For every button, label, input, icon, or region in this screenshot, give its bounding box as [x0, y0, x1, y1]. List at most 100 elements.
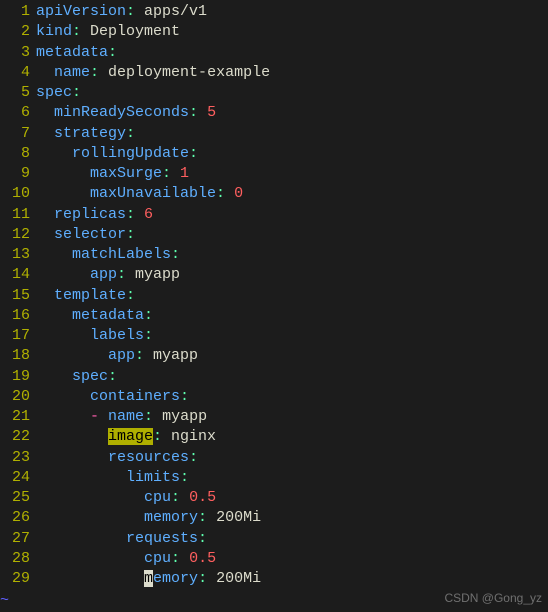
code-line[interactable]: 23 resources: [0, 448, 548, 468]
token-kw: name [108, 408, 144, 425]
token-col: : [180, 469, 189, 486]
line-number: 17 [0, 326, 30, 346]
token-kw: maxUnavailable [90, 185, 216, 202]
code-line[interactable]: 1apiVersion: apps/v1 [0, 2, 548, 22]
code-line[interactable]: 3metadata: [0, 43, 548, 63]
code-line[interactable]: 19 spec: [0, 367, 548, 387]
token-col: : [72, 23, 90, 40]
code-line[interactable]: 21 - name: myapp [0, 407, 548, 427]
token-kw: emory [153, 570, 198, 587]
token-kw: kind [36, 23, 72, 40]
token-col: : [126, 3, 144, 20]
token-col: : [189, 449, 198, 466]
line-number: 14 [0, 265, 30, 285]
line-number: 28 [0, 549, 30, 569]
code-line[interactable]: 5 spec: [0, 83, 548, 103]
code-line[interactable]: 16 metadata: [0, 306, 548, 326]
token-col: : [144, 307, 153, 324]
code-editor[interactable]: 1apiVersion: apps/v12 kind: Deployment 3 me… [0, 0, 548, 591]
line-number: 10 [0, 184, 30, 204]
token-kw: selector [54, 226, 126, 243]
code-line[interactable]: 18 app: myapp [0, 346, 548, 366]
code-line[interactable]: 24 limits: [0, 468, 548, 488]
line-number: 20 [0, 387, 30, 407]
token-col: : [144, 408, 162, 425]
token-kw: template [54, 287, 126, 304]
token-kw: rollingUpdate [72, 145, 189, 162]
token-col: : [108, 368, 117, 385]
token-kw: containers [90, 388, 180, 405]
code-line[interactable]: 2 kind: Deployment [0, 22, 548, 42]
code-line[interactable]: 28 cpu: 0.5 [0, 549, 548, 569]
line-number: 9 [0, 164, 30, 184]
token-col: : [126, 226, 135, 243]
code-line[interactable]: 10 maxUnavailable: 0 [0, 184, 548, 204]
token-str: 200Mi [216, 509, 261, 526]
token-col: : [72, 84, 81, 101]
token-col: : [180, 388, 189, 405]
line-number: 15 [0, 286, 30, 306]
token-kw: strategy [54, 125, 126, 142]
token-str: Deployment [90, 23, 180, 40]
token-kw: spec [36, 84, 72, 101]
token-num: 6 [144, 206, 153, 223]
token-str: deployment-example [108, 64, 270, 81]
code-line[interactable]: 27 requests: [0, 529, 548, 549]
line-number: 29 [0, 569, 30, 589]
token-col: : [144, 327, 153, 344]
code-line[interactable]: 15 template: [0, 286, 548, 306]
code-line[interactable]: 7 strategy: [0, 124, 548, 144]
line-number: 1 [0, 2, 30, 22]
token-num: 0.5 [189, 550, 216, 567]
code-line[interactable]: 9 maxSurge: 1 [0, 164, 548, 184]
token-str: apps/v1 [144, 3, 207, 20]
line-number: 19 [0, 367, 30, 387]
token-str: 200Mi [216, 570, 261, 587]
token-col: : [171, 246, 180, 263]
token-str: myapp [162, 408, 207, 425]
line-number: 16 [0, 306, 30, 326]
line-number: 13 [0, 245, 30, 265]
token-col: : [189, 104, 207, 121]
line-number: 25 [0, 488, 30, 508]
token-col: : [198, 509, 216, 526]
code-line[interactable]: 12 selector: [0, 225, 548, 245]
token-kw: metadata [36, 44, 108, 61]
token-kw: limits [126, 469, 180, 486]
token-col: : [216, 185, 234, 202]
code-line[interactable]: 26 memory: 200Mi [0, 508, 548, 528]
code-line[interactable]: 17 labels: [0, 326, 548, 346]
line-number: 7 [0, 124, 30, 144]
line-number: 3 [0, 43, 30, 63]
token-cur: m [144, 570, 153, 587]
code-line[interactable]: 11 replicas: 6 [0, 205, 548, 225]
line-number: 5 [0, 83, 30, 103]
token-hl: image [108, 428, 153, 445]
token-kw: replicas [54, 206, 126, 223]
code-line[interactable]: 6 minReadySeconds: 5 [0, 103, 548, 123]
token-num: 1 [180, 165, 189, 182]
token-col: : [171, 550, 189, 567]
token-kw: metadata [72, 307, 144, 324]
token-col: : [126, 287, 135, 304]
token-kw: matchLabels [72, 246, 171, 263]
code-line[interactable]: 29 memory: 200Mi [0, 569, 548, 589]
code-line[interactable]: 13 matchLabels: [0, 245, 548, 265]
token-col: : [189, 145, 198, 162]
token-str: nginx [171, 428, 216, 445]
line-number: 26 [0, 508, 30, 528]
code-line[interactable]: 22 image: nginx [0, 427, 548, 447]
line-number: 24 [0, 468, 30, 488]
watermark-text: CSDN @Gong_yz [444, 590, 542, 606]
line-number: 22 [0, 427, 30, 447]
line-number: 2 [0, 22, 30, 42]
token-col: : [198, 570, 216, 587]
token-kw: resources [108, 449, 189, 466]
code-line[interactable]: 14 app: myapp [0, 265, 548, 285]
line-number: 11 [0, 205, 30, 225]
code-line[interactable]: 8 rollingUpdate: [0, 144, 548, 164]
token-num: 0.5 [189, 489, 216, 506]
code-line[interactable]: 25 cpu: 0.5 [0, 488, 548, 508]
code-line[interactable]: 4 name: deployment-example [0, 63, 548, 83]
code-line[interactable]: 20 containers: [0, 387, 548, 407]
